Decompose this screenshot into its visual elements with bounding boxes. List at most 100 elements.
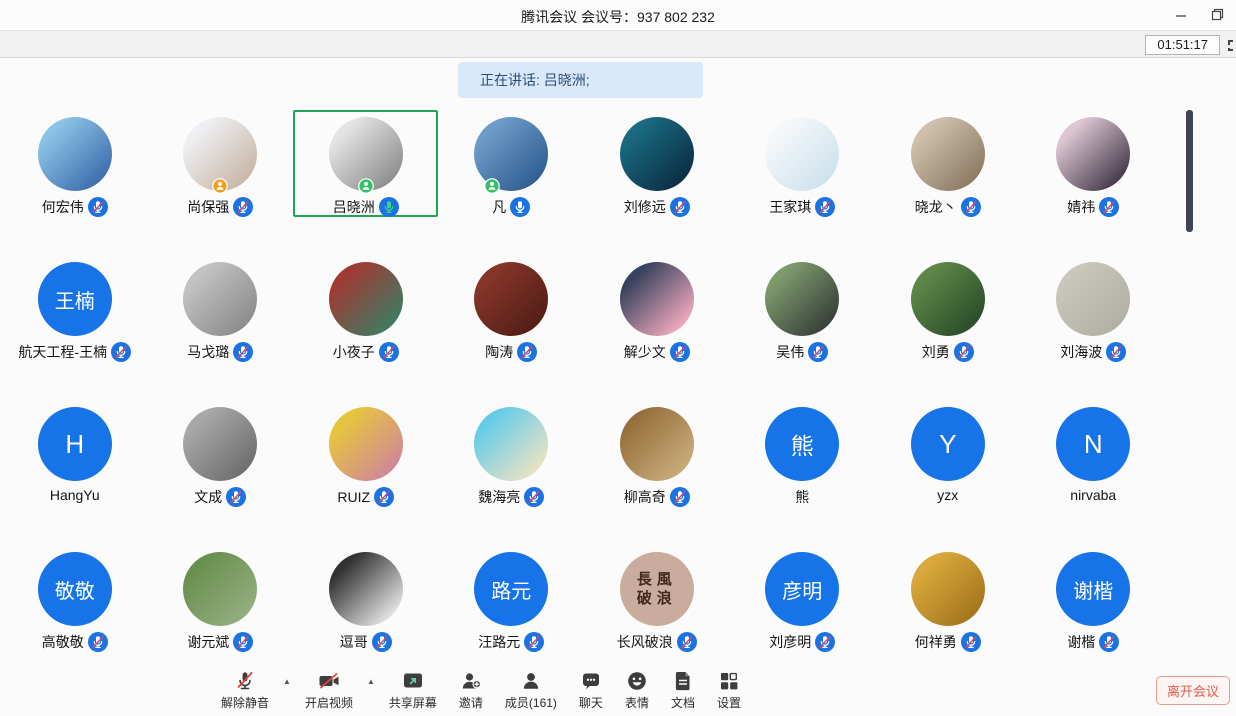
participant-cell[interactable]: 吕晓洲 <box>293 105 439 250</box>
participant-avatar: 長風破浪 <box>620 552 694 626</box>
participant-name-row: 谢楷 <box>1067 632 1119 652</box>
mic-muted-icon <box>961 632 981 652</box>
participant-avatar <box>183 552 257 626</box>
participant-tile: 婧祎 <box>1021 110 1166 217</box>
participant-name: 谢元斌 <box>187 632 229 652</box>
participant-cell[interactable]: 凡 <box>439 105 585 250</box>
toolbar-unmute-options-arrow-icon[interactable]: ▲ <box>283 678 291 686</box>
toolbar-share-screen-button[interactable]: 共享屏幕 <box>389 669 437 711</box>
participant-cell[interactable]: 路元汪路元 <box>439 540 585 685</box>
participant-avatar <box>329 117 403 191</box>
minimize-button[interactable] <box>1164 0 1198 28</box>
participant-cell[interactable]: Nnirvaba <box>1021 395 1167 540</box>
toolbar-start-video-button[interactable]: 开启视频 <box>305 669 353 711</box>
participant-cell[interactable]: 刘海波 <box>1021 250 1167 395</box>
participant-cell[interactable]: 晓龙丶 <box>875 105 1021 250</box>
participant-name: 王家琪 <box>769 197 811 217</box>
participant-cell[interactable]: 熊熊 <box>730 395 876 540</box>
mic-muted-icon <box>88 197 108 217</box>
participant-cell[interactable]: 何宏伟 <box>2 105 148 250</box>
participant-cell[interactable]: RUIZ <box>293 395 439 540</box>
participant-name: HangYu <box>50 487 100 503</box>
mic-muted-icon <box>1099 197 1119 217</box>
toolbar-emoji-label: 表情 <box>625 694 649 711</box>
mic-muted-icon <box>111 342 131 362</box>
participant-cell[interactable]: 文成 <box>148 395 294 540</box>
toolbar-invite-button[interactable]: 邀请 <box>459 669 483 711</box>
mic-muted-icon <box>88 632 108 652</box>
mic-muted-icon <box>233 669 257 693</box>
participant-cell[interactable]: H HangYu <box>2 395 148 540</box>
participant-cell[interactable]: 柳高奇 <box>584 395 730 540</box>
participant-cell[interactable]: 敬敬高敬敬 <box>2 540 148 685</box>
mic-muted-icon <box>233 342 253 362</box>
toolbar-members-button[interactable]: 成员(161) <box>505 669 557 711</box>
participant-avatar <box>620 262 694 336</box>
toolbar-emoji-button[interactable]: 表情 <box>625 669 649 711</box>
participant-cell[interactable]: 刘修远 <box>584 105 730 250</box>
participant-name-row: 解少文 <box>624 342 690 362</box>
participant-avatar <box>329 407 403 481</box>
restore-button[interactable] <box>1200 0 1234 28</box>
participant-name: 熊 <box>795 487 809 507</box>
participant-avatar: H <box>38 407 112 481</box>
scrollbar-thumb[interactable] <box>1186 110 1193 232</box>
participant-name: 汪路元 <box>478 632 520 652</box>
participant-avatar <box>183 262 257 336</box>
participant-cell[interactable]: 谢元斌 <box>148 540 294 685</box>
participant-tile: 路元汪路元 <box>439 545 584 652</box>
minimize-icon <box>1175 8 1187 20</box>
mic-muted-icon <box>815 632 835 652</box>
participant-name: 凡 <box>492 197 506 217</box>
participant-tile: 熊熊 <box>730 400 875 507</box>
participant-avatar <box>911 262 985 336</box>
participant-tile: 尚保强 <box>148 110 293 217</box>
participant-avatar: 路元 <box>474 552 548 626</box>
participant-cell[interactable]: 長風破浪长风破浪 <box>584 540 730 685</box>
participant-cell[interactable]: 魏海亮 <box>439 395 585 540</box>
person-icon <box>519 669 543 693</box>
participant-cell[interactable]: 小夜子 <box>293 250 439 395</box>
participant-cell[interactable]: 吴伟 <box>730 250 876 395</box>
participant-avatar <box>765 117 839 191</box>
toolbar-unmute-button[interactable]: 解除静音 <box>221 669 269 711</box>
participant-cell[interactable]: 王家琪 <box>730 105 876 250</box>
mic-muted-icon <box>374 487 394 507</box>
screen-share-icon <box>401 669 425 693</box>
participant-tile-selected: 吕晓洲 <box>293 110 438 217</box>
participant-name: 刘修远 <box>624 197 666 217</box>
participant-cell[interactable]: 马戈璐 <box>148 250 294 395</box>
participant-name-row: 马戈璐 <box>187 342 253 362</box>
participant-tile: 陶涛 <box>439 255 584 362</box>
toolbar-chat-button[interactable]: 聊天 <box>579 669 603 711</box>
participant-name-row: 婧祎 <box>1067 197 1119 217</box>
participant-cell[interactable]: 何祥勇 <box>875 540 1021 685</box>
participant-name-row: 刘海波 <box>1060 342 1126 362</box>
participant-avatar <box>329 552 403 626</box>
participant-cell[interactable]: 刘勇 <box>875 250 1021 395</box>
participant-cell[interactable]: 解少文 <box>584 250 730 395</box>
leave-meeting-button[interactable]: 离开会议 <box>1156 676 1230 705</box>
participant-name: 高敬敬 <box>42 632 84 652</box>
participant-cell[interactable]: 谢楷谢楷 <box>1021 540 1167 685</box>
mic-muted-icon <box>226 487 246 507</box>
participant-cell[interactable]: 婧祎 <box>1021 105 1167 250</box>
participant-cell[interactable]: 逗哥 <box>293 540 439 685</box>
participant-name-row: 凡 <box>492 197 530 217</box>
participant-tile: H HangYu <box>2 400 147 507</box>
toolbar-start-video-options-arrow-icon[interactable]: ▲ <box>367 678 375 686</box>
toolbar-docs-button[interactable]: 文档 <box>671 669 695 711</box>
participant-name: RUIZ <box>337 489 370 505</box>
fullscreen-icon[interactable] <box>1227 36 1236 52</box>
toolbar-settings-button[interactable]: 设置 <box>717 669 741 711</box>
participant-tile: 晓龙丶 <box>875 110 1020 217</box>
participant-cell[interactable]: 陶涛 <box>439 250 585 395</box>
participant-avatar: 谢楷 <box>1056 552 1130 626</box>
participant-tile: 長風破浪长风破浪 <box>584 545 729 652</box>
participant-cell[interactable]: 彦明刘彦明 <box>730 540 876 685</box>
participant-cell[interactable]: 王楠航天工程-王楠 <box>2 250 148 395</box>
participant-cell[interactable]: Yyzx <box>875 395 1021 540</box>
participant-cell[interactable]: 尚保强 <box>148 105 294 250</box>
participant-name-row: 吴伟 <box>776 342 828 362</box>
participant-tile: 吴伟 <box>730 255 875 362</box>
